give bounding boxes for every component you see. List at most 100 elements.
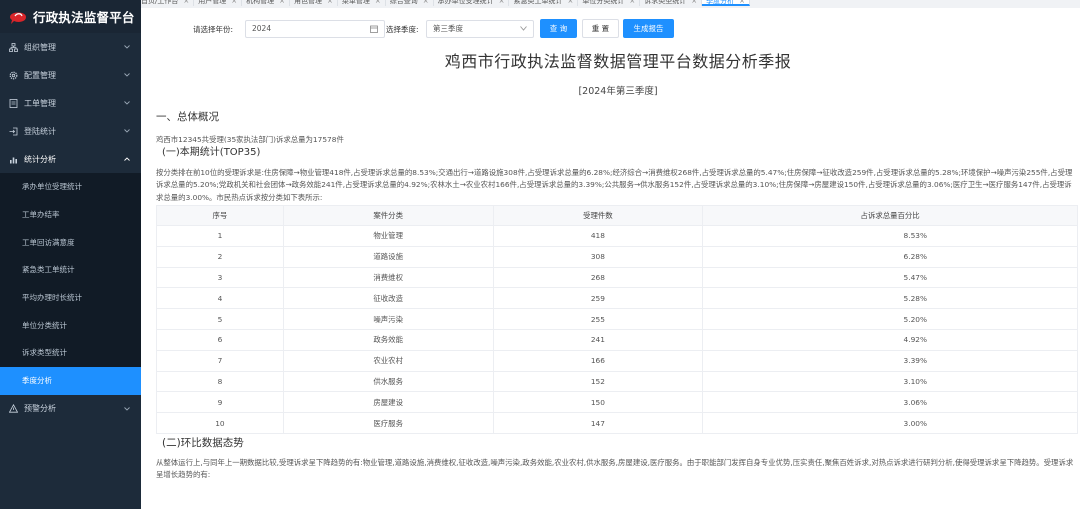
app-title: 行政执法监督平台 [33,10,135,25]
close-icon[interactable]: × [739,0,745,5]
year-picker[interactable]: 2024 [245,20,385,38]
table-row: 6 政务效能 241 4.92% [156,328,1078,351]
table-row: 10 医疗服务 147 3.00% [156,412,1078,434]
org-icon [8,42,18,52]
table-cell: 5.28% [702,287,1078,310]
tab-label: 用户管理 [198,0,227,5]
column-header: 占诉求总量百分比 [702,205,1078,226]
tab[interactable]: 季度分析 × [702,0,750,6]
table-cell: 物业管理 [282,225,494,247]
table-body: 1 物业管理 418 8.53% 2 道路设施 308 6.28% 3 消费维权 268 5.47% 4… [156,225,1078,434]
warning-icon [8,404,18,414]
login-icon [8,126,18,136]
tab[interactable]: 首页/工作台 × [141,0,195,6]
table-cell: 268 [492,266,704,289]
table-row: 9 房屋建设 150 3.06% [156,391,1078,414]
sidebar-group-gear[interactable]: 配置管理 [0,61,141,89]
chevron-up-icon [124,157,130,161]
close-icon[interactable]: × [279,0,285,5]
tab[interactable]: 菜单管理 × [338,0,386,6]
table-cell: 9 [156,391,284,414]
sidebar-subitem[interactable]: 紧急类工单统计 [0,256,141,284]
table-row: 8 供水服务 152 3.10% [156,370,1078,393]
generate-report-button[interactable]: 生成报告 [623,19,674,38]
report-period: [2024年第三季度] [578,86,658,97]
query-button[interactable]: 查 询 [540,19,577,38]
table-cell: 6.28% [702,245,1078,268]
tab[interactable]: 综合查询 × [386,0,434,6]
close-icon[interactable]: × [231,0,237,5]
table-cell: 8.53% [702,225,1078,247]
season-label: 选择季度: [386,25,419,34]
table-row: 7 农业农村 166 3.39% [156,349,1078,372]
table-cell: 房屋建设 [282,391,494,414]
close-icon[interactable]: × [423,0,429,5]
close-icon[interactable]: × [327,0,333,5]
table-cell: 8 [156,370,284,393]
top10-table: 序号 案件分类 受理件数 占诉求总量百分比 1 物业管理 418 8.53% 2 道路设施 308… [156,205,1078,434]
table-cell: 7 [156,349,284,372]
report-title: 鸡西市行政执法监督数据管理平台数据分析季报 [444,52,792,71]
close-icon[interactable]: × [183,0,189,5]
reset-button[interactable]: 重 置 [582,19,619,38]
column-header: 序号 [156,205,284,226]
sidebar-subitem[interactable]: 承办单位受理统计 [0,173,141,201]
gear-icon [8,70,18,80]
tab[interactable]: 承办单位受理统计 × [434,0,510,6]
tab-label: 单位分类统计 [582,0,625,5]
sidebar-subitem[interactable]: 工单回访满意度 [0,228,141,257]
tab[interactable]: 用户管理 × [194,0,243,6]
tab[interactable]: 诉求类型统计 × [640,0,703,6]
close-icon[interactable]: × [499,0,505,5]
season-select[interactable]: 第三季度 [426,20,534,38]
table-row: 4 征收改造 259 5.28% [156,287,1078,310]
chevron-down-icon [124,73,130,77]
table-cell: 308 [492,245,704,268]
table-cell: 农业农村 [282,349,494,372]
sidebar-subitem[interactable]: 季度分析 [0,366,141,395]
sidebar-subitem[interactable]: 诉求类型统计 [0,339,141,367]
table-cell: 255 [492,308,704,330]
tab-label: 菜单管理 [341,0,370,5]
tab-label: 首页/工作台 [141,0,179,5]
table-cell: 医疗服务 [282,412,494,434]
close-icon[interactable]: × [691,0,697,5]
table-cell: 166 [492,349,704,372]
tab[interactable]: 紧急类工单统计 × [509,0,579,6]
sidebar: 行政执法监督平台 组织管理 配置管理 工单管理 登陆统计统计分析承办单位受理统计 工单办… [0,0,141,509]
sidebar-group-org[interactable]: 组织管理 [0,33,141,61]
sidebar-group-warning[interactable]: 预警分析 [0,395,141,423]
close-icon[interactable]: × [629,0,635,5]
table-cell: 418 [492,225,704,247]
chevron-down-icon [124,45,130,49]
sidebar-group-label: 统计分析 [24,154,56,164]
sidebar-subitem[interactable]: 单位分类统计 [0,311,141,340]
tab-label: 诉求类型统计 [644,0,687,5]
sidebar-group-login[interactable]: 登陆统计 [0,117,141,145]
close-icon[interactable]: × [375,0,381,5]
table-cell: 道路设施 [282,245,494,268]
current-stats-title: (一)本期统计(TOP35) [162,146,261,158]
tab-label: 承办单位受理统计 [437,0,494,5]
table-header-row: 序号 案件分类 受理件数 占诉求总量百分比 [156,205,1078,226]
sidebar-group-ticket[interactable]: 工单管理 [0,89,141,117]
table-cell: 2 [156,245,284,268]
sidebar-menu: 组织管理 配置管理 工单管理 登陆统计统计分析承办单位受理统计 工单办结率 工单回访满意度… [0,33,141,423]
section-overview-title: 一、总体概况 [156,111,219,123]
sidebar-group-chart[interactable]: 统计分析 [0,145,141,173]
sidebar-subitem[interactable]: 平均办理时长统计 [0,283,141,312]
tab[interactable]: 机构管理 × [242,0,290,6]
tab[interactable]: 单位分类统计 × [578,0,641,6]
table-cell: 4.92% [702,328,1078,351]
sidebar-subitem[interactable]: 工单办结率 [0,200,141,229]
table-row: 5 噪声污染 255 5.20% [156,308,1078,330]
table-cell: 6 [156,328,284,351]
column-header: 受理件数 [492,205,704,226]
close-icon[interactable]: × [567,0,573,5]
tab[interactable]: 角色管理 × [290,0,338,6]
current-stats-text: 按分类排在前10位的受理诉求是:住房保障→物业管理418件,占受理诉求总量的8.… [156,167,1073,202]
table-row: 3 消费维权 268 5.47% [156,266,1078,289]
app-logo[interactable]: 行政执法监督平台 [0,0,141,33]
tab-label: 季度分析 [706,0,735,5]
table-cell: 150 [492,391,704,414]
